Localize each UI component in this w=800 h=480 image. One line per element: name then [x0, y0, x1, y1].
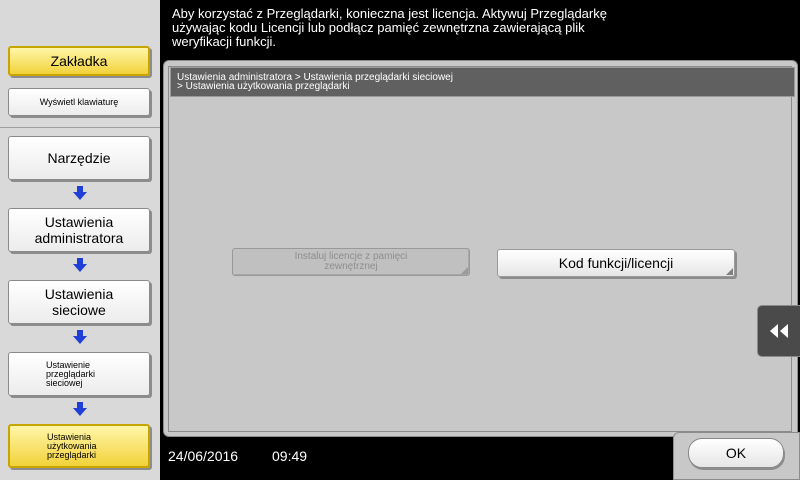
collapse-panel-tab[interactable]	[757, 305, 800, 357]
status-date: 24/06/2016	[168, 448, 239, 464]
function-license-code-button[interactable]: Kod funkcji/licencji	[497, 249, 735, 277]
down-arrow-icon	[73, 330, 87, 344]
nav-web-browser-setting-button[interactable]: Ustawienie przeglądarki sieciowej	[8, 352, 150, 396]
nav-network-settings-label: Ustawienia sieciowe	[44, 286, 114, 318]
nav-browser-usage-settings-label: Ustawienia użytkowania przeglądarki	[47, 431, 97, 460]
function-license-code-label: Kod funkcji/licencji	[558, 255, 674, 271]
down-arrow-icon	[73, 402, 87, 416]
corner-marker-icon	[461, 267, 468, 274]
sidebar-divider	[0, 127, 160, 128]
status-time: 09:49	[272, 448, 308, 464]
nav-network-settings-button[interactable]: Ustawienia sieciowe	[8, 280, 150, 324]
breadcrumb-line-2: > Ustawienia użytkowania przeglądarki	[177, 81, 350, 92]
nav-browser-usage-settings-button[interactable]: Ustawienia użytkowania przeglądarki	[8, 424, 150, 468]
bookmark-button[interactable]: Zakładka	[8, 46, 150, 76]
license-message: Aby korzystać z Przeglądarki, konieczna …	[172, 6, 607, 49]
ok-button[interactable]: OK	[688, 438, 784, 468]
sidebar: Zakładka Wyświetl klawiaturę Narzędzie U…	[0, 0, 160, 480]
nav-admin-settings-label: Ustawienia administratora	[34, 214, 124, 246]
status-bar: 24/06/2016 09:49	[160, 440, 670, 480]
nav-tool-label: Narzędzie	[47, 150, 111, 166]
show-keyboard-button[interactable]: Wyświetl klawiaturę	[8, 88, 150, 116]
install-license-from-external-memory-button[interactable]: Instaluj licencje z pamięci zewnętrznej	[232, 248, 470, 276]
ok-label: OK	[725, 445, 747, 461]
down-arrow-icon	[73, 186, 87, 200]
corner-marker-icon	[726, 268, 733, 275]
bookmark-label: Zakładka	[50, 53, 108, 69]
nav-web-browser-setting-label: Ustawienie przeglądarki sieciowej	[46, 359, 96, 388]
down-arrow-icon	[73, 258, 87, 272]
install-license-label: Instaluj licencje z pamięci zewnętrznej	[294, 251, 408, 272]
breadcrumb: Ustawienia administratora > Ustawienia p…	[170, 67, 795, 97]
nav-admin-settings-button[interactable]: Ustawienia administratora	[8, 208, 150, 252]
double-left-arrow-icon	[770, 324, 788, 338]
nav-tool-button[interactable]: Narzędzie	[8, 136, 150, 180]
show-keyboard-label: Wyświetl klawiaturę	[39, 96, 119, 107]
